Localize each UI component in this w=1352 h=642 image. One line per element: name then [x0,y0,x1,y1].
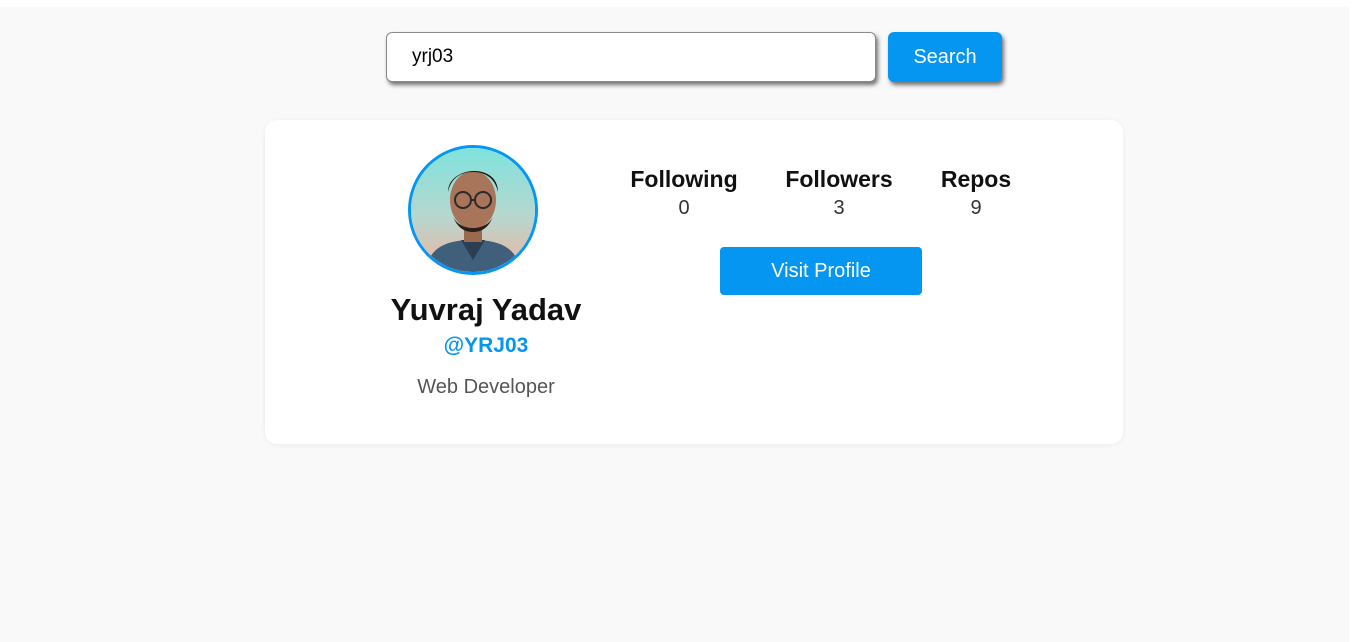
visit-profile-button[interactable]: Visit Profile [720,247,922,295]
profile-bio: Web Developer [417,376,555,398]
profile-handle: @YRJ03 [443,334,529,357]
stat-value: 9 [970,197,982,219]
avatar [408,145,538,275]
stat-label: Following [630,166,738,192]
avatar-photo-icon [411,148,535,272]
search-button[interactable]: Search [888,32,1002,82]
stat-followers: Followers 3 [769,166,909,220]
stat-value: 3 [833,197,845,219]
stat-value: 0 [678,197,690,219]
search-input[interactable] [386,32,876,82]
stat-label: Repos [940,166,1012,192]
stat-repos: Repos 9 [906,166,1046,220]
profile-name: Yuvraj Yadav [390,292,582,327]
stat-following: Following 0 [614,166,754,220]
stat-label: Followers [785,166,893,192]
profile-card: Yuvraj Yadav @YRJ03 Web Developer Follow… [265,120,1123,444]
